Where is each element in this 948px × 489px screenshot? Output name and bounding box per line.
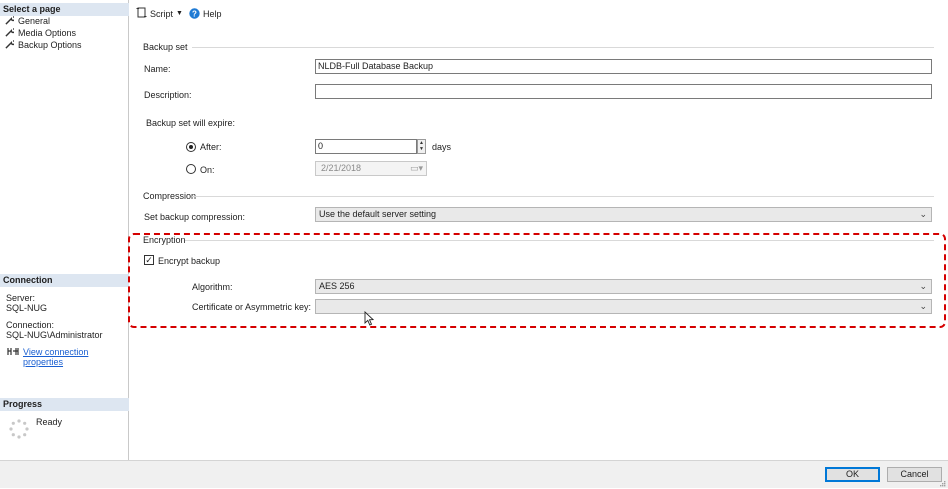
chevron-down-icon: ⌄ bbox=[919, 301, 927, 311]
after-label: After: bbox=[200, 142, 222, 152]
progress-header: Progress bbox=[0, 398, 129, 411]
on-label: On: bbox=[200, 165, 215, 175]
name-input[interactable]: NLDB-Full Database Backup bbox=[315, 59, 932, 74]
after-days-input[interactable]: 0 bbox=[315, 139, 417, 154]
set-compression-label: Set backup compression: bbox=[144, 212, 246, 222]
compression-select[interactable]: Use the default server setting ⌄ bbox=[315, 207, 932, 222]
name-label: Name: bbox=[144, 64, 171, 74]
compression-divider bbox=[192, 196, 934, 197]
calendar-dropdown-icon[interactable]: ▭▾ bbox=[410, 162, 423, 175]
wrench-icon bbox=[5, 15, 16, 28]
compression-select-value: Use the default server setting bbox=[319, 209, 437, 219]
server-label: Server: bbox=[6, 293, 36, 303]
encryption-group-title: Encryption bbox=[143, 235, 186, 245]
svg-text:?: ? bbox=[192, 9, 197, 18]
dialog-button-bar: OK Cancel bbox=[0, 460, 948, 488]
page-item-backup-options[interactable]: Backup Options bbox=[5, 39, 82, 51]
after-radio[interactable] bbox=[186, 142, 196, 152]
connection-value: SQL-NUG\Administrator bbox=[6, 330, 103, 340]
certificate-label: Certificate or Asymmetric key: bbox=[192, 302, 312, 312]
encrypt-backup-checkbox[interactable]: ✓ bbox=[144, 255, 154, 265]
after-days-spinner[interactable]: ▲ ▼ bbox=[417, 139, 426, 154]
on-date-value: 2/21/2018 bbox=[321, 163, 362, 173]
help-button[interactable]: Help bbox=[203, 7, 222, 21]
server-value: SQL-NUG bbox=[6, 303, 48, 313]
compression-group-title: Compression bbox=[143, 191, 197, 201]
description-label: Description: bbox=[144, 90, 192, 100]
toolbar: Script ▼ ? Help bbox=[130, 0, 948, 26]
chevron-down-icon: ⌄ bbox=[919, 209, 927, 219]
script-button[interactable]: Script bbox=[150, 7, 173, 21]
encrypt-backup-label: Encrypt backup bbox=[158, 256, 221, 266]
page-item-label: Backup Options bbox=[18, 40, 82, 50]
algorithm-label: Algorithm: bbox=[192, 282, 233, 292]
days-unit-label: days bbox=[432, 142, 452, 152]
page-item-label: General bbox=[18, 16, 51, 26]
backup-set-group-title: Backup set bbox=[143, 42, 188, 52]
left-pane: Select a page General Media Options Back… bbox=[0, 0, 129, 460]
description-input[interactable] bbox=[315, 84, 932, 99]
help-icon[interactable]: ? bbox=[189, 8, 200, 22]
algorithm-select[interactable]: AES 256 ⌄ bbox=[315, 279, 932, 294]
page-item-general[interactable]: General bbox=[5, 15, 50, 27]
backup-options-form: Backup set Name: NLDB-Full Database Back… bbox=[130, 26, 948, 460]
encryption-divider bbox=[185, 240, 934, 241]
wrench-icon bbox=[5, 27, 16, 40]
certificate-select[interactable]: ⌄ bbox=[315, 299, 932, 314]
on-date-picker[interactable]: 2/21/2018 ▭▾ bbox=[315, 161, 427, 176]
connection-properties-icon bbox=[7, 346, 19, 358]
script-icon bbox=[136, 7, 147, 21]
connection-label: Connection: bbox=[6, 320, 55, 330]
backup-set-divider bbox=[192, 47, 934, 48]
cancel-button[interactable]: Cancel bbox=[887, 467, 942, 482]
algorithm-select-value: AES 256 bbox=[319, 281, 355, 291]
script-dropdown-arrow-icon[interactable]: ▼ bbox=[176, 7, 183, 21]
ok-button[interactable]: OK bbox=[825, 467, 880, 482]
expire-label: Backup set will expire: bbox=[146, 118, 236, 128]
view-connection-properties-link[interactable]: View connection properties bbox=[23, 347, 128, 367]
progress-spinner-icon bbox=[8, 418, 30, 442]
on-radio[interactable] bbox=[186, 164, 196, 174]
chevron-down-icon: ⌄ bbox=[919, 281, 927, 291]
progress-status: Ready bbox=[36, 417, 63, 427]
wrench-icon bbox=[5, 39, 16, 52]
mouse-cursor-icon bbox=[364, 310, 375, 328]
page-item-label: Media Options bbox=[18, 28, 77, 38]
page-item-media-options[interactable]: Media Options bbox=[5, 27, 76, 39]
connection-header: Connection bbox=[0, 274, 129, 287]
